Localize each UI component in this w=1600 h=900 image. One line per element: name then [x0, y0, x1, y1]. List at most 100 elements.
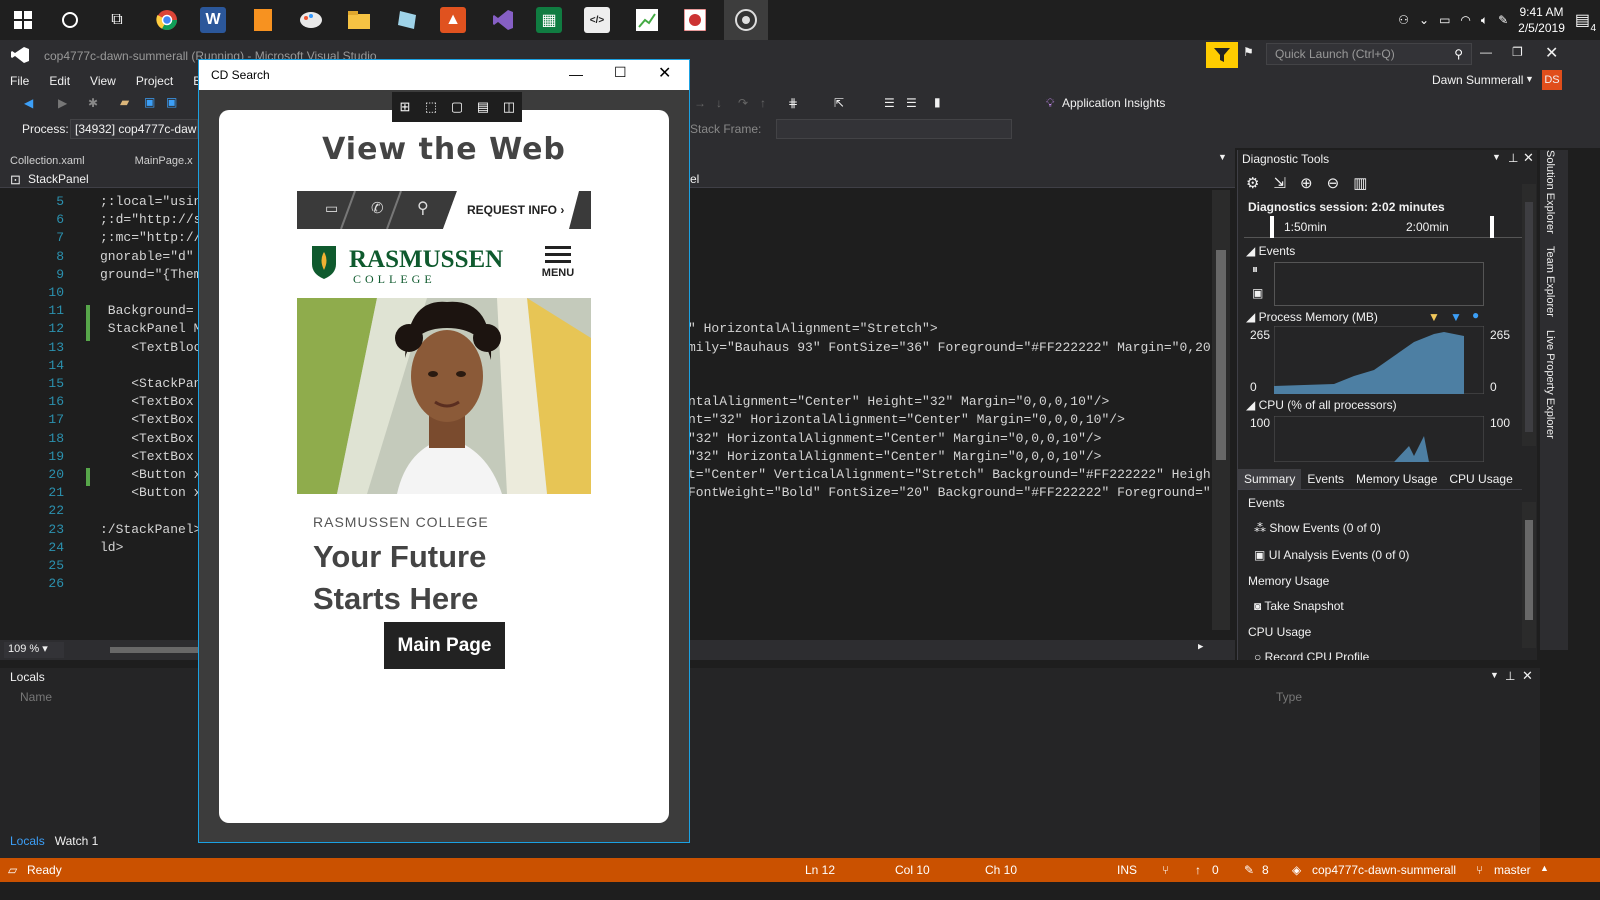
team-explorer-tab[interactable]: Team Explorer [1544, 246, 1556, 317]
record-cpu-button[interactable]: ○ Record CPU Profile [1254, 650, 1369, 660]
horizontal-scroll-thumb[interactable] [110, 647, 200, 653]
tab-locals[interactable]: Locals [10, 834, 45, 848]
tab-collection-xaml[interactable]: Collection.xaml [0, 152, 95, 170]
vertical-scrollbar[interactable] [1212, 190, 1230, 630]
tab-memory-usage[interactable]: Memory Usage [1350, 469, 1443, 489]
paint-icon[interactable] [296, 5, 326, 35]
repo-icon[interactable]: ◈ [1292, 863, 1301, 877]
app-icon[interactable]: ▲ [440, 7, 466, 33]
user-name[interactable]: Dawn Summerall [1432, 73, 1523, 87]
menu-view[interactable]: View [80, 74, 126, 88]
track-focus-icon[interactable]: ▤ [472, 96, 494, 118]
pin-icon[interactable]: ⊥ [1508, 151, 1518, 165]
branch-icon[interactable]: ⑂ [1476, 863, 1483, 877]
main-page-button[interactable]: Main Page [384, 622, 505, 669]
display-adorners-icon[interactable]: ▢ [446, 96, 468, 118]
phone-icon[interactable]: ✆ [371, 199, 384, 217]
column-type[interactable]: Type [1276, 690, 1302, 704]
notes-icon[interactable] [392, 5, 422, 35]
cpu-header[interactable]: ◢ CPU (% of all processors) [1246, 398, 1397, 412]
save-all-icon[interactable]: ▣ [166, 95, 177, 109]
minimize-button[interactable]: — [1480, 45, 1492, 59]
memory-graph[interactable] [1274, 326, 1484, 394]
action-center-icon[interactable]: ▤ 4 [1575, 10, 1596, 34]
up-arrow-icon[interactable]: ↑ [1195, 863, 1201, 877]
rasmussen-logo[interactable]: RASMUSSEN COLLEGE [311, 244, 503, 286]
pen-icon[interactable]: ✎ [1498, 13, 1508, 27]
tab-events[interactable]: Events [1301, 469, 1350, 489]
save-icon[interactable]: ▣ [144, 95, 155, 109]
chrome-icon[interactable] [152, 5, 182, 35]
menu-project[interactable]: Project [126, 74, 183, 88]
excel-grid-icon[interactable]: ▦ [536, 7, 562, 33]
scroll-right-icon[interactable]: ▶ [1198, 642, 1203, 652]
nav-right[interactable]: el [690, 172, 699, 186]
pencil-icon[interactable]: ✎ [1244, 863, 1254, 877]
user-avatar[interactable]: DS [1542, 70, 1562, 90]
notification-flag-icon[interactable]: ⚑ [1243, 45, 1254, 59]
wifi-icon[interactable]: ◠ [1460, 13, 1470, 27]
app-insights-label[interactable]: Application Insights [1062, 96, 1165, 110]
events-track[interactable] [1274, 262, 1484, 306]
step-over-icon[interactable]: → [694, 96, 706, 110]
settings-icon[interactable]: ⚙ [1246, 174, 1259, 192]
cd-maximize-button[interactable]: ☐ [614, 64, 627, 81]
tab-dropdown-icon[interactable]: ▼ [1218, 152, 1227, 162]
select-element-icon[interactable]: ⬚ [420, 96, 442, 118]
zoom-select[interactable]: 109 % ▾ [4, 642, 64, 658]
tab-watch-1[interactable]: Watch 1 [55, 834, 99, 848]
chevron-up-icon[interactable]: ⌄ [1419, 13, 1429, 27]
branch-up-icon[interactable]: ▲ [1540, 863, 1549, 873]
clock[interactable]: 9:41 AM 2/5/2019 [1518, 4, 1565, 36]
tab-summary[interactable]: Summary [1238, 468, 1302, 489]
media-app-icon[interactable] [724, 0, 768, 40]
report-icon[interactable]: ▥ [1353, 174, 1367, 192]
user-dropdown-icon[interactable]: ▼ [1525, 74, 1534, 84]
tab-mainpage-xaml[interactable]: MainPage.x [125, 152, 203, 170]
cortana-icon[interactable] [55, 5, 85, 35]
code-editor-icon[interactable]: </> [584, 7, 610, 33]
ui-analysis-link[interactable]: ▣ UI Analysis Events (0 of 0) [1254, 548, 1409, 562]
step-back-icon[interactable]: ↷ [738, 96, 748, 110]
nav-left[interactable]: StackPanel [28, 172, 89, 186]
quick-launch-input[interactable]: Quick Launch (Ctrl+Q) ⚲ [1266, 43, 1472, 65]
thread-icon[interactable]: ⇱ [834, 96, 844, 110]
cd-close-button[interactable]: ✕ [658, 63, 671, 83]
live-visual-tree-icon[interactable]: ⊞ [394, 96, 416, 118]
live-property-explorer-tab[interactable]: Live Property Explorer [1544, 330, 1556, 439]
lightbulb-icon[interactable]: 💡︎ [1046, 96, 1054, 111]
changes-count[interactable]: 8 [1262, 863, 1269, 877]
forward-icon[interactable]: ▶ [58, 96, 67, 110]
outdent-icon[interactable]: ☰ [906, 96, 917, 110]
panel-close-icon[interactable]: ✕ [1523, 150, 1534, 166]
solution-explorer-tab[interactable]: Solution Explorer [1544, 150, 1556, 234]
bookmark-icon[interactable]: ▮ [934, 95, 941, 109]
task-view-icon[interactable]: ⧉ [102, 5, 132, 35]
repo-name[interactable]: cop4777c-dawn-summerall [1312, 863, 1456, 877]
step-into-icon[interactable]: ↓ [716, 96, 722, 110]
indent-icon[interactable]: ☰ [884, 96, 895, 110]
panel-menu-icon[interactable]: ▼ [1492, 152, 1501, 162]
hex-icon[interactable]: ⋕ [788, 96, 798, 110]
zoom-in-icon[interactable]: ⊕ [1300, 174, 1313, 192]
unpushed-count[interactable]: 0 [1212, 863, 1219, 877]
tab-cpu-usage[interactable]: CPU Usage [1443, 469, 1518, 489]
show-events-link[interactable]: ⁂ Show Events (0 of 0) [1254, 521, 1381, 535]
events-header[interactable]: ◢ Events [1246, 244, 1295, 258]
battery-icon[interactable]: ▭ [1439, 13, 1450, 27]
web-menu-button[interactable]: MENU [539, 244, 577, 279]
file-explorer-icon[interactable] [344, 5, 374, 35]
restore-button[interactable]: ❐ [1512, 45, 1523, 59]
close-button[interactable]: ✕ [1545, 43, 1558, 63]
summary-scrollbar[interactable] [1522, 502, 1536, 648]
column-name[interactable]: Name [20, 690, 52, 704]
timeline-ruler[interactable]: 1:50min 2:00min [1244, 216, 1524, 238]
zoom-out-icon[interactable]: ⊖ [1327, 174, 1340, 192]
locals-close-icon[interactable]: ✕ [1522, 668, 1533, 684]
feedback-filter-icon[interactable] [1206, 42, 1238, 68]
export-icon[interactable]: ⇲ [1273, 174, 1286, 192]
layout-icon[interactable]: ◫ [498, 96, 520, 118]
diag-scrollbar[interactable] [1522, 184, 1536, 446]
process-select[interactable]: [34932] cop4777c-dawn [70, 119, 198, 139]
cd-minimize-button[interactable]: — [569, 66, 583, 82]
